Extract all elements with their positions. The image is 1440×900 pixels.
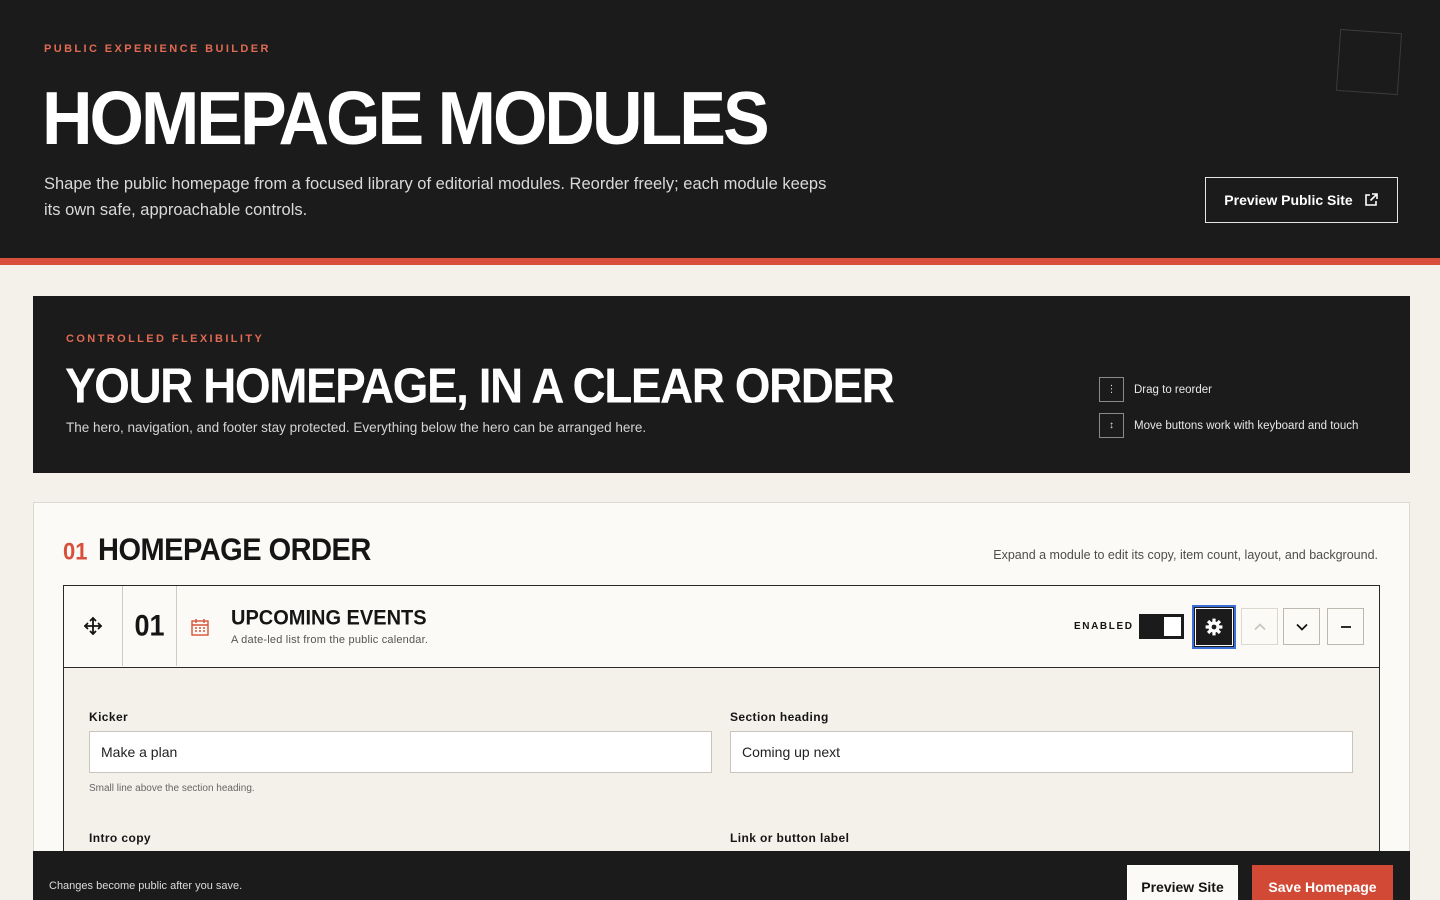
page-description: Shape the public homepage from a focused… (44, 175, 827, 219)
section-heading-input[interactable] (730, 731, 1353, 773)
move-arrows-icon: ↕ (1099, 413, 1124, 438)
preview-site-button[interactable]: Preview Site (1127, 865, 1238, 900)
module-title: UPCOMING EVENTS (231, 606, 427, 630)
move-icon (83, 616, 103, 636)
collapse-button[interactable] (1327, 608, 1364, 645)
panel-hint: Expand a module to edit its copy, item c… (993, 548, 1378, 562)
module-settings-button[interactable] (1192, 605, 1236, 649)
minus-icon (1340, 625, 1351, 628)
move-up-button[interactable] (1241, 608, 1278, 645)
page-header: PUBLIC EXPERIENCE BUILDER HOMEPAGE MODUL… (0, 0, 1440, 258)
intro-copy-label: Intro copy (89, 831, 152, 845)
gear-icon (1205, 618, 1223, 636)
kicker-input[interactable] (89, 731, 712, 773)
preview-public-site-button[interactable]: Preview Public Site (1205, 177, 1398, 223)
homepage-order-panel: 01 HOMEPAGE ORDER Expand a module to edi… (33, 502, 1410, 900)
hint-move: ↕ Move buttons work with keyboard and to… (1099, 413, 1358, 438)
drag-handle[interactable] (64, 586, 123, 666)
hint-drag-label: Drag to reorder (1134, 383, 1212, 396)
banner-eyebrow: CONTROLLED FLEXIBILITY (66, 333, 265, 345)
external-link-icon (1364, 193, 1378, 206)
module-position: 01 (123, 586, 177, 666)
save-message: Changes become public after you save. (49, 880, 243, 892)
hint-move-label: Move buttons work with keyboard and touc… (1134, 419, 1359, 432)
calendar-icon (191, 619, 209, 636)
link-label-label: Link or button label (730, 831, 850, 845)
module-number: 01 (134, 609, 165, 642)
preview-public-site-label: Preview Public Site (1224, 192, 1353, 208)
header-eyebrow: PUBLIC EXPERIENCE BUILDER (44, 43, 271, 55)
chevron-down-icon (1295, 623, 1308, 631)
module-header: 01 UPCOMING EVENTS A date-led list from … (64, 586, 1379, 668)
banner-description: The hero, navigation, and footer stay pr… (66, 420, 647, 435)
drag-handle-icon: ⋮ (1099, 377, 1124, 402)
page-title: HOMEPAGE MODULES (42, 76, 770, 161)
decorative-square (1335, 28, 1403, 96)
save-bar: Changes become public after you save. Pr… (33, 851, 1410, 900)
banner-title: YOUR HOMEPAGE, IN A CLEAR ORDER (65, 358, 895, 414)
toggle-knob (1164, 617, 1181, 636)
kicker-help: Small line above the section heading. (89, 783, 255, 794)
panel-title: HOMEPAGE ORDER (98, 533, 371, 568)
kicker-label: Kicker (89, 710, 129, 724)
hint-drag: ⋮ Drag to reorder (1099, 377, 1212, 402)
header-accent-bar (0, 258, 1440, 265)
module-subtitle: A date-led list from the public calendar… (231, 634, 429, 646)
section-heading-label: Section heading (730, 710, 829, 724)
enabled-toggle[interactable] (1139, 614, 1184, 639)
flexibility-banner: CONTROLLED FLEXIBILITY YOUR HOMEPAGE, IN… (33, 296, 1410, 473)
move-down-button[interactable] (1283, 608, 1320, 645)
chevron-up-icon (1253, 622, 1266, 630)
panel-number: 01 (63, 537, 88, 565)
save-homepage-button[interactable]: Save Homepage (1252, 865, 1393, 900)
enabled-label: ENABLED (1074, 621, 1134, 632)
